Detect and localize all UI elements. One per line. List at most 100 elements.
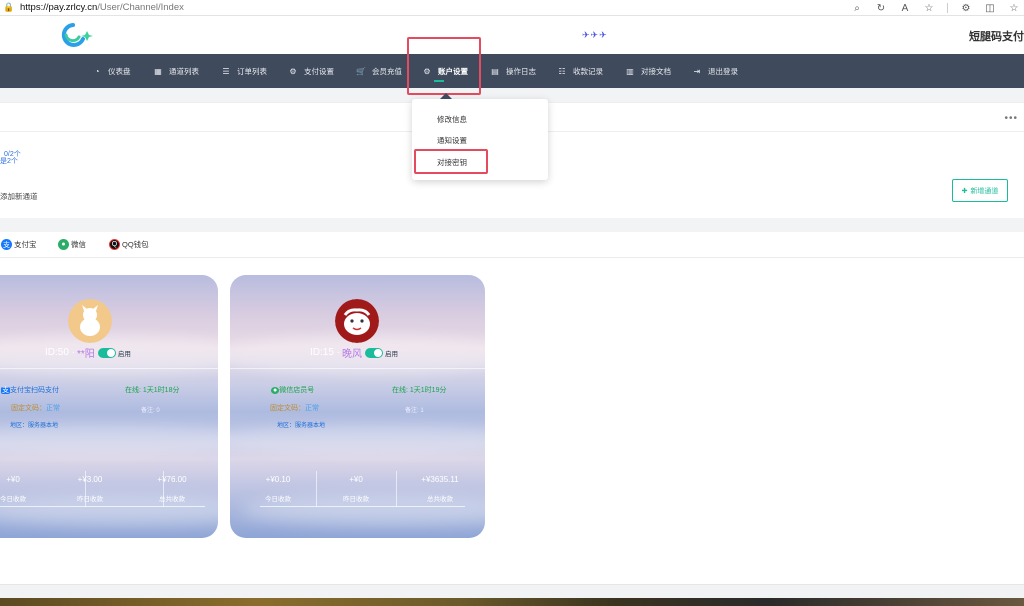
toggle-label: 启用 <box>385 350 399 358</box>
card-divider <box>0 368 218 369</box>
tab-wechat[interactable]: ● 微信 <box>58 239 86 250</box>
zoom-icon[interactable]: ⌕ <box>851 3 863 14</box>
alipay-icon: 支 <box>1 239 12 250</box>
favorite-icon[interactable]: ☆ <box>923 3 935 14</box>
region-text: 地区：服务器本地 <box>10 423 59 429</box>
channel-count-note: 是2个 <box>0 158 18 165</box>
note-text: 备注: 1 <box>405 408 424 414</box>
avatar <box>335 299 379 343</box>
brand-title: 短腿码支付 <box>969 31 1024 43</box>
wechat-icon: ● <box>271 387 280 394</box>
channel-type-label: 微信店员号 <box>279 387 315 394</box>
logo-icon[interactable] <box>57 21 93 49</box>
cogs-icon: ⚙ <box>289 66 297 76</box>
document-icon: ▥ <box>626 66 634 76</box>
toggle-label: 启用 <box>117 350 131 358</box>
channel-id: ID:50 · <box>45 347 76 358</box>
more-options-icon[interactable]: ••• <box>1004 113 1018 124</box>
url-host: https://pay.zrlcy.cn <box>20 2 98 13</box>
stat-label: 总共收款 <box>427 496 453 503</box>
stat-value: +¥0 <box>349 475 363 484</box>
nav-item-dashboard[interactable]: ◔ 仪表盘 <box>92 54 131 88</box>
favorites-icon[interactable]: ☆ <box>1008 3 1020 14</box>
nav-item-logout[interactable]: ⇥ 退出登录 <box>692 54 738 88</box>
channel-username: **阳 <box>77 349 95 360</box>
nav-label: 通道列表 <box>169 66 199 76</box>
extensions-icon[interactable]: ⚙ <box>960 3 972 14</box>
split-icon[interactable]: ◫ <box>984 3 996 14</box>
toolbar-separator <box>947 3 948 13</box>
stat-total: +¥3635.11 总共收款 <box>406 475 474 503</box>
fixed-code-status: 正常 <box>46 405 60 412</box>
channel-id: ID:15 · <box>310 347 341 358</box>
stat-label: 昨日收款 <box>343 496 369 503</box>
stat-label: 总共收款 <box>159 496 185 503</box>
card-bottom-line <box>260 506 465 507</box>
card-divider <box>230 368 485 369</box>
channel-card[interactable]: ID:50 · **阳 启用 支支付宝扫码支付 在线: 1天1时18分 固定文码… <box>0 275 218 538</box>
channel-type: 支支付宝扫码支付 <box>1 385 59 395</box>
stat-yesterday: +¥3.00 昨日收款 <box>60 475 120 503</box>
nav-item-logs[interactable]: ▤ 操作日志 <box>490 54 536 88</box>
cart-icon: 🛒 <box>356 66 366 76</box>
nav-item-records[interactable]: ☷ 收款记录 <box>557 54 603 88</box>
list-icon: ▦ <box>154 66 162 76</box>
tab-qq-wallet[interactable]: Q QQ钱包 <box>109 239 149 250</box>
channel-cards-area: ID:50 · **阳 启用 支支付宝扫码支付 在线: 1天1时18分 固定文码… <box>0 258 1024 584</box>
browser-toolbar: ⌕ ↻ A ☆ ⚙ ◫ ☆ <box>851 0 1020 16</box>
nav-item-orders[interactable]: ☰ 订单列表 <box>221 54 267 88</box>
enable-toggle[interactable] <box>97 347 116 358</box>
channel-title: ID:50 · **阳 启用 <box>45 345 131 360</box>
order-list-icon: ☰ <box>222 66 230 76</box>
stat-label: 昨日收款 <box>77 496 103 503</box>
browser-address-bar[interactable]: 🔒 https://pay.zrlcy.cn/User/Channel/Inde… <box>0 0 1024 16</box>
nav-label: 对接文档 <box>641 66 671 76</box>
fixed-code: 固定文码：正常 <box>270 403 319 413</box>
add-channel-label: 新增通道 <box>970 187 999 195</box>
stat-total: +¥76.00 总共收款 <box>139 475 205 503</box>
channel-card[interactable]: ID:15 · 晚风 启用 ● 微信店员号 在线: 1天1时19分 固定文码：正常… <box>230 275 485 538</box>
fixed-code: 固定文码：正常 <box>11 403 60 413</box>
nav-item-channels[interactable]: ▦ 通道列表 <box>153 54 199 88</box>
site-header: ✈✈✈ 短腿码支付 <box>0 16 1024 54</box>
add-channel-button[interactable]: ✚ 新增通道 <box>952 179 1008 202</box>
logout-icon: ⇥ <box>693 66 701 76</box>
refresh-icon[interactable]: ↻ <box>875 3 887 14</box>
payment-type-tabs: 支支付宝 ● 微信 Q QQ钱包 <box>0 232 1024 258</box>
region-text: 地区：服务器本地 <box>277 423 326 429</box>
nav-item-recharge[interactable]: 🛒 会员充值 <box>356 54 402 88</box>
tab-label: QQ钱包 <box>122 240 149 249</box>
lock-icon: 🔒 <box>3 2 15 12</box>
stat-value: +¥0.10 <box>265 475 291 484</box>
nav-item-docs[interactable]: ▥ 对接文档 <box>625 54 671 88</box>
enable-toggle[interactable] <box>365 347 384 358</box>
menu-item-edit-info[interactable]: 修改信息 <box>437 114 467 125</box>
tab-alipay[interactable]: 支支付宝 <box>1 239 37 250</box>
nav-label: 订单列表 <box>237 66 267 76</box>
read-aloud-icon[interactable]: A <box>899 3 911 14</box>
stat-today: +¥0.10 今日收款 <box>248 475 308 503</box>
stat-today: +¥0 今日收款 <box>0 475 43 503</box>
tab-label: 支付宝 <box>14 240 37 249</box>
nav-item-pay-settings[interactable]: ⚙ 支付设置 <box>288 54 334 88</box>
url-text[interactable]: https://pay.zrlcy.cn/User/Channel/Index <box>20 2 184 13</box>
channel-type-label: 支付宝扫码支付 <box>10 387 59 394</box>
menu-item-notify-settings[interactable]: 通知设置 <box>437 135 467 146</box>
channel-username: 晚风 <box>342 349 363 360</box>
nav-label: 仪表盘 <box>108 66 131 76</box>
avatar <box>68 299 112 343</box>
planes-decoration: ✈✈✈ <box>582 30 608 40</box>
channel-title: ID:15 · 晚风 启用 <box>310 345 398 360</box>
card-bottom-line <box>0 506 205 507</box>
online-duration: 在线: 1天1时19分 <box>392 387 447 394</box>
qq-icon: Q <box>109 239 120 250</box>
add-channel-hint: 添加新通道 <box>0 192 38 201</box>
highlight-box-nav <box>407 37 481 95</box>
channel-stats: +¥0.10 今日收款 +¥0 昨日收款 +¥3635.11 总共收款 <box>230 475 485 505</box>
log-icon: ▤ <box>491 66 499 76</box>
nav-label: 会员充值 <box>372 66 402 76</box>
fixed-code-label: 固定文码： <box>11 405 46 412</box>
fixed-code-label: 固定文码： <box>270 405 305 412</box>
online-duration: 在线: 1天1时18分 <box>125 387 180 394</box>
tab-label: 微信 <box>71 240 86 249</box>
